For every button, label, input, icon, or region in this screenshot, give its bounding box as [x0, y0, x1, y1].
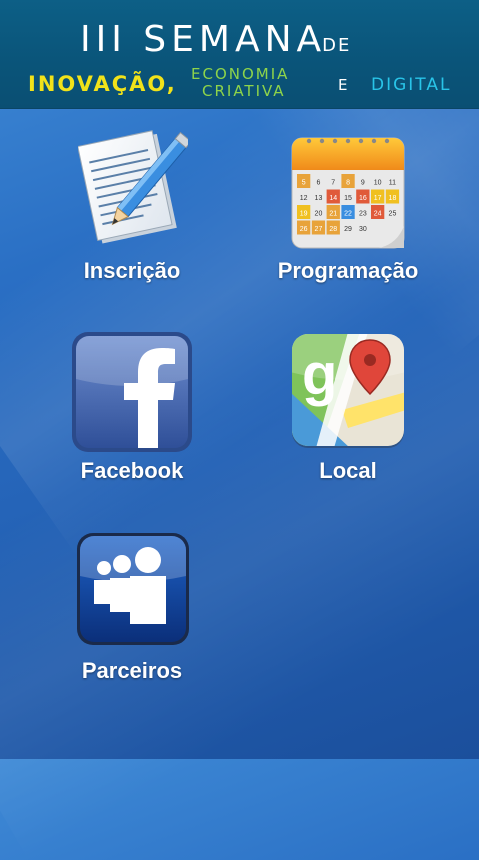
calendar-day-number: 11: [389, 180, 396, 187]
calendar-day-number: 12: [300, 195, 308, 202]
menu-item-parceiros[interactable]: Parceiros: [32, 532, 232, 692]
facebook-icon: [72, 332, 192, 452]
menu-item-label: Inscrição: [83, 258, 181, 283]
calendar-icon: 5 6 7 8 9 10 11 12 13 14 15 16 17 18 19 20 21 22 23 24 25 26 2…: [291, 137, 405, 249]
calendar-day-number: 15: [344, 195, 352, 202]
menu-item-facebook[interactable]: Facebook: [32, 330, 232, 490]
banner-word-inovacao: INOVAÇÃO,: [28, 72, 177, 96]
calendar-day-number: 18: [389, 195, 397, 202]
banner-title-main: III SEMANA: [80, 19, 327, 60]
calendar-day-number: 13: [315, 195, 323, 202]
myspace-people-icon: [77, 533, 189, 645]
calendar-day-number: 28: [329, 226, 337, 233]
calendar-day-number: 23: [359, 211, 367, 218]
calendar-day-number: 24: [374, 211, 382, 218]
menu-item-inscricao[interactable]: Inscrição: [32, 130, 232, 290]
menu-item-programacao[interactable]: 5 6 7 8 9 10 11 12 13 14 15 16 17 18 19 20 21 22 23 24 25 26 2…: [248, 130, 448, 290]
calendar-day-number: 21: [329, 211, 337, 218]
banner-word-economia: ECONOMIA: [191, 65, 290, 83]
menu-item-local[interactable]: g Local: [248, 330, 448, 490]
calendar-day-number: 8: [346, 180, 350, 187]
calendar-day-number: 29: [344, 226, 352, 233]
google-maps-icon: g: [292, 334, 404, 448]
calendar-day-number: 6: [316, 180, 320, 187]
calendar-day-number: 16: [359, 195, 367, 202]
background-light-streak: [0, 200, 479, 860]
calendar-day-number: 9: [361, 180, 365, 187]
banner-word-e: E: [338, 76, 350, 94]
menu-item-label: Parceiros: [81, 658, 183, 683]
banner-word-criativa: CRIATIVA: [202, 82, 286, 100]
menu-item-label: Programação: [277, 258, 419, 283]
calendar-day-number: 19: [300, 211, 308, 218]
banner-word-digital: DIGITAL: [371, 75, 452, 95]
calendar-day-number: 25: [389, 211, 397, 218]
calendar-day-number: 22: [344, 211, 352, 218]
calendar-day-number: 5: [302, 180, 306, 187]
calendar-day-number: 17: [374, 195, 382, 202]
calendar-day-number: 27: [315, 226, 323, 233]
calendar-day-number: 20: [315, 211, 323, 218]
notepad-pencil-icon: [78, 130, 188, 244]
calendar-day-number: 26: [300, 226, 308, 233]
calendar-day-number: 7: [331, 180, 335, 187]
menu-item-label: Facebook: [80, 458, 184, 483]
calendar-day-number: 30: [359, 226, 367, 233]
event-banner: III SEMANADE INOVAÇÃO, ECONOMIA CRIATIVA…: [0, 0, 479, 109]
banner-title-de: DE: [322, 35, 352, 56]
calendar-day-number: 14: [329, 195, 337, 202]
banner-title: III SEMANADE: [80, 20, 351, 66]
menu-item-label: Local: [319, 458, 377, 483]
calendar-day-number: 10: [374, 180, 382, 187]
